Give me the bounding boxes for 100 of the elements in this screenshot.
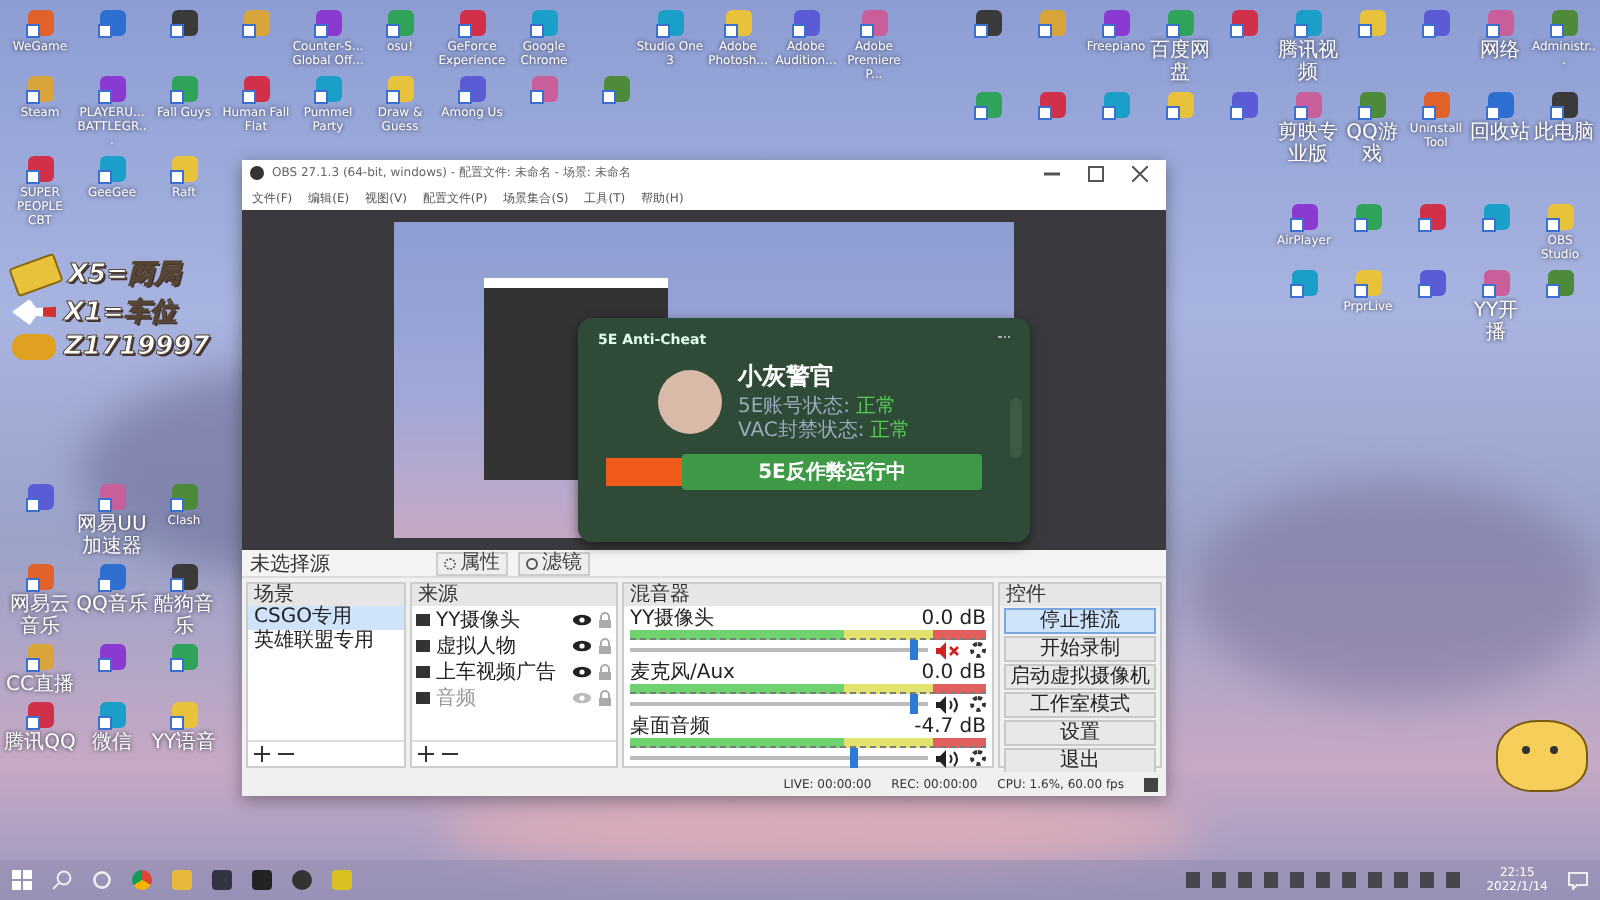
circle-icon[interactable] xyxy=(92,870,112,890)
app-icon[interactable] xyxy=(1231,10,1257,36)
app-icon[interactable] xyxy=(1483,204,1509,230)
app-icon[interactable] xyxy=(1419,204,1445,230)
app-label[interactable]: QQ音乐 xyxy=(76,594,148,616)
control-button[interactable]: 工作室模式 xyxy=(1004,692,1156,718)
app-icon[interactable] xyxy=(725,10,751,36)
source-item[interactable]: 音频 xyxy=(436,683,566,711)
control-button[interactable]: 启动虚拟摄像机 xyxy=(1004,664,1156,690)
source-item[interactable]: 虚拟人物 xyxy=(436,631,566,659)
source-item[interactable]: 上车视频广告 xyxy=(436,657,566,685)
speaker-icon[interactable] xyxy=(936,695,962,713)
eye-icon[interactable] xyxy=(572,665,592,677)
eye-icon[interactable] xyxy=(572,639,592,651)
app-icon[interactable] xyxy=(1487,10,1513,36)
app-icon[interactable] xyxy=(1551,92,1577,118)
app-icon[interactable] xyxy=(315,10,341,36)
app-icon[interactable] xyxy=(1355,204,1381,230)
app-icon[interactable] xyxy=(171,484,197,510)
app-icon[interactable] xyxy=(531,76,557,102)
app-label[interactable]: YY开播 xyxy=(1464,300,1528,344)
scene-item[interactable]: CSGO专用 xyxy=(248,606,404,630)
app-icon[interactable] xyxy=(315,76,341,102)
app-icon[interactable] xyxy=(99,702,125,728)
eye-icon[interactable] xyxy=(572,613,592,625)
add-icon[interactable] xyxy=(254,746,270,762)
app-icon[interactable] xyxy=(1103,10,1129,36)
close-icon[interactable] xyxy=(1132,165,1148,181)
app-label[interactable]: 腾讯视频 xyxy=(1276,40,1340,84)
slider-thumb[interactable] xyxy=(849,748,858,768)
app-icon[interactable] xyxy=(603,76,629,102)
maximize-icon[interactable] xyxy=(1088,165,1104,181)
app-label[interactable]: 腾讯QQ xyxy=(4,732,76,754)
scene-item[interactable]: 英雄联盟专用 xyxy=(248,630,404,654)
app-icon[interactable] xyxy=(1359,92,1385,118)
app-icon[interactable] xyxy=(171,156,197,182)
control-button[interactable]: 设置 xyxy=(1004,720,1156,746)
slider-thumb[interactable] xyxy=(909,694,918,714)
app-label[interactable]: 百度网盘 xyxy=(1148,40,1212,84)
app-icon[interactable] xyxy=(27,10,53,36)
properties-button[interactable]: 属性 xyxy=(436,551,508,575)
app-icon[interactable] xyxy=(657,10,683,36)
app-icon[interactable] xyxy=(27,156,53,182)
app-icon[interactable] xyxy=(387,76,413,102)
app-label[interactable]: 微信 xyxy=(76,732,148,754)
app-icon[interactable] xyxy=(1547,204,1573,230)
filters-button[interactable]: 滤镜 xyxy=(518,551,590,575)
app-label[interactable]: 酷狗音乐 xyxy=(148,594,220,638)
app-icon[interactable] xyxy=(1487,92,1513,118)
app-icon[interactable] xyxy=(99,484,125,510)
source-item[interactable]: YY摄像头 xyxy=(436,605,566,633)
app-icon[interactable] xyxy=(459,76,485,102)
app-icon[interactable] xyxy=(1419,270,1445,296)
app-icon[interactable] xyxy=(1231,92,1257,118)
app-icon[interactable] xyxy=(975,10,1001,36)
app-icon[interactable] xyxy=(1291,270,1317,296)
app-icon[interactable] xyxy=(171,644,197,670)
app-icon[interactable] xyxy=(1295,10,1321,36)
app-icon[interactable] xyxy=(1423,92,1449,118)
app-icon[interactable] xyxy=(99,644,125,670)
app-icon[interactable] xyxy=(1295,92,1321,118)
control-button[interactable]: 退出 xyxy=(1004,748,1156,774)
app-label[interactable]: 网络 xyxy=(1468,40,1532,62)
app-icon[interactable] xyxy=(27,702,53,728)
app-icon[interactable] xyxy=(1423,10,1449,36)
control-button[interactable]: 停止推流 xyxy=(1004,608,1156,634)
app-label[interactable]: YY语音 xyxy=(148,732,220,754)
search-icon[interactable] xyxy=(52,870,72,890)
app-label[interactable]: 此电脑 xyxy=(1532,122,1596,144)
app-label[interactable]: QQ游戏 xyxy=(1340,122,1404,166)
app-icon[interactable] xyxy=(975,92,1001,118)
app-icon[interactable] xyxy=(1039,92,1065,118)
app-label[interactable]: CC直播 xyxy=(4,674,76,696)
windows-logo-icon[interactable] xyxy=(12,870,32,890)
app-icon[interactable] xyxy=(1291,204,1317,230)
app-icon[interactable] xyxy=(459,10,485,36)
app-label[interactable]: 剪映专业版 xyxy=(1276,122,1340,166)
app-icon[interactable] xyxy=(1551,10,1577,36)
app-label[interactable]: 回收站 xyxy=(1468,122,1532,144)
more-icon[interactable] xyxy=(998,336,1010,342)
app-icon[interactable] xyxy=(1359,10,1385,36)
muted-speaker-icon[interactable] xyxy=(936,641,962,659)
add-icon[interactable] xyxy=(418,746,434,762)
app-icon[interactable] xyxy=(27,564,53,590)
app-icon[interactable] xyxy=(531,10,557,36)
app-label[interactable]: 网易UU加速器 xyxy=(76,514,148,558)
status-button[interactable]: 5E反作弊运行中 xyxy=(682,454,982,490)
app-icon[interactable] xyxy=(171,702,197,728)
app-icon[interactable] xyxy=(243,76,269,102)
app-icon[interactable] xyxy=(99,156,125,182)
app-icon[interactable] xyxy=(99,564,125,590)
app-icon[interactable] xyxy=(99,10,125,36)
app-icon[interactable] xyxy=(793,10,819,36)
app-icon[interactable] xyxy=(1103,92,1129,118)
app-icon[interactable] xyxy=(1483,270,1509,296)
settings-icon[interactable] xyxy=(970,750,986,766)
app-icon[interactable] xyxy=(243,10,269,36)
app-icon[interactable] xyxy=(171,10,197,36)
slider-thumb[interactable] xyxy=(909,640,918,660)
app-icon[interactable] xyxy=(171,564,197,590)
